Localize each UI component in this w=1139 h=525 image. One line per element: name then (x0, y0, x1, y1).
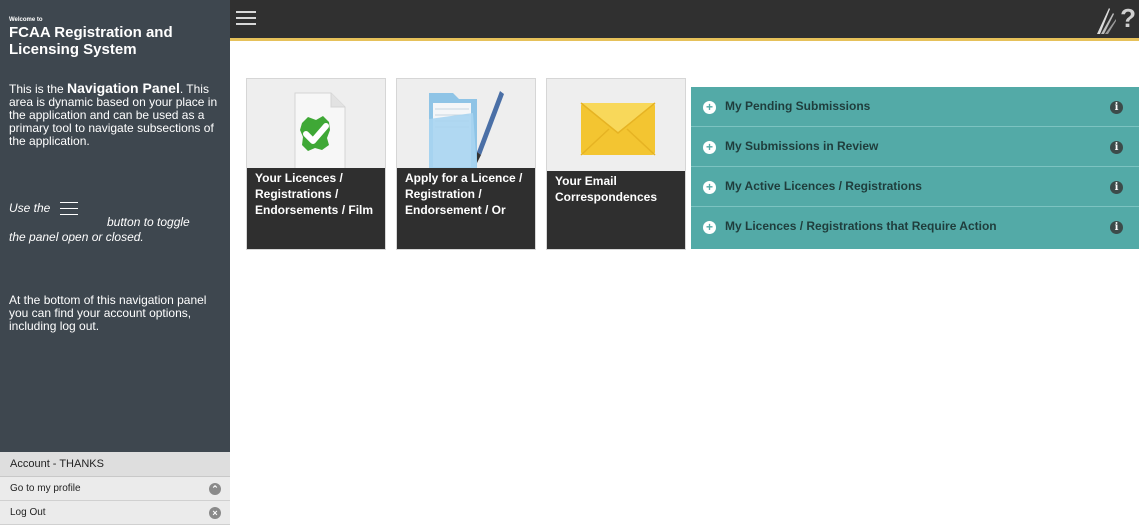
tile-email-label: Your Email Correspondences (547, 171, 685, 249)
tile-your-licences-label: Your Licences / Registrations / Endorsem… (247, 168, 385, 249)
go-to-profile-label: Go to my profile (10, 483, 81, 494)
expand-icon: + (703, 181, 716, 194)
info-icon[interactable]: i (1110, 101, 1123, 114)
envelope-icon (580, 102, 656, 156)
tile-apply[interactable]: Apply for a Licence / Registration / End… (396, 78, 536, 250)
accordion-label: My Pending Submissions (725, 99, 871, 113)
log-out-label: Log Out (10, 507, 46, 518)
accordion-pending-submissions[interactable]: + My Pending Submissions i (691, 87, 1139, 127)
intro-text: This is the Navigation Panel. This area … (9, 80, 219, 148)
accordion-require-action[interactable]: + My Licences / Registrations that Requi… (691, 207, 1139, 247)
top-bar: ? (230, 0, 1139, 41)
toggle-after: button to toggle (107, 215, 190, 229)
close-icon: × (209, 507, 221, 519)
chevron-up-icon: ⌃ (209, 483, 221, 495)
help-button[interactable]: ? (1120, 3, 1136, 34)
toggle-line2: the panel open or closed. (9, 230, 144, 244)
submissions-panel: + My Pending Submissions i + My Submissi… (691, 87, 1139, 249)
document-check-icon (294, 92, 346, 170)
tile-email[interactable]: Your Email Correspondences (546, 78, 686, 250)
hamburger-inline-icon (54, 202, 84, 216)
accordion-label: My Active Licences / Registrations (725, 179, 922, 193)
toggle-instructions: Use the button to toggle the panel open … (9, 201, 224, 244)
app-title: FCAA Registration and Licensing System (9, 24, 173, 58)
tile-your-licences[interactable]: Your Licences / Registrations / Endorsem… (246, 78, 386, 250)
wheat-logo-icon (1097, 8, 1116, 34)
folder-pen-icon (429, 91, 504, 169)
accordion-submissions-in-review[interactable]: + My Submissions in Review i (691, 127, 1139, 167)
accordion-active-licences[interactable]: + My Active Licences / Registrations i (691, 167, 1139, 207)
intro-highlight: Navigation Panel (67, 80, 180, 96)
toggle-before: Use the (9, 201, 51, 216)
expand-icon: + (703, 101, 716, 114)
welcome-label: Welcome to (9, 17, 43, 23)
expand-icon: + (703, 141, 716, 154)
info-icon[interactable]: i (1110, 181, 1123, 194)
go-to-profile-link[interactable]: Go to my profile ⌃ (0, 477, 230, 501)
navigation-panel: Welcome to FCAA Registration and Licensi… (0, 0, 230, 525)
expand-icon: + (703, 221, 716, 234)
accordion-label: My Submissions in Review (725, 139, 879, 153)
accordion-label: My Licences / Registrations that Require… (725, 219, 997, 233)
info-icon[interactable]: i (1110, 141, 1123, 154)
account-options-text: At the bottom of this navigation panel y… (9, 293, 207, 333)
info-icon[interactable]: i (1110, 221, 1123, 234)
menu-toggle-button[interactable] (236, 10, 256, 26)
tile-apply-label: Apply for a Licence / Registration / End… (397, 168, 535, 249)
intro-prefix: This is the (9, 82, 68, 96)
account-panel: Account - THANKS Go to my profile ⌃ Log … (0, 452, 230, 525)
log-out-link[interactable]: Log Out × (0, 501, 230, 525)
account-header: Account - THANKS (0, 452, 230, 477)
